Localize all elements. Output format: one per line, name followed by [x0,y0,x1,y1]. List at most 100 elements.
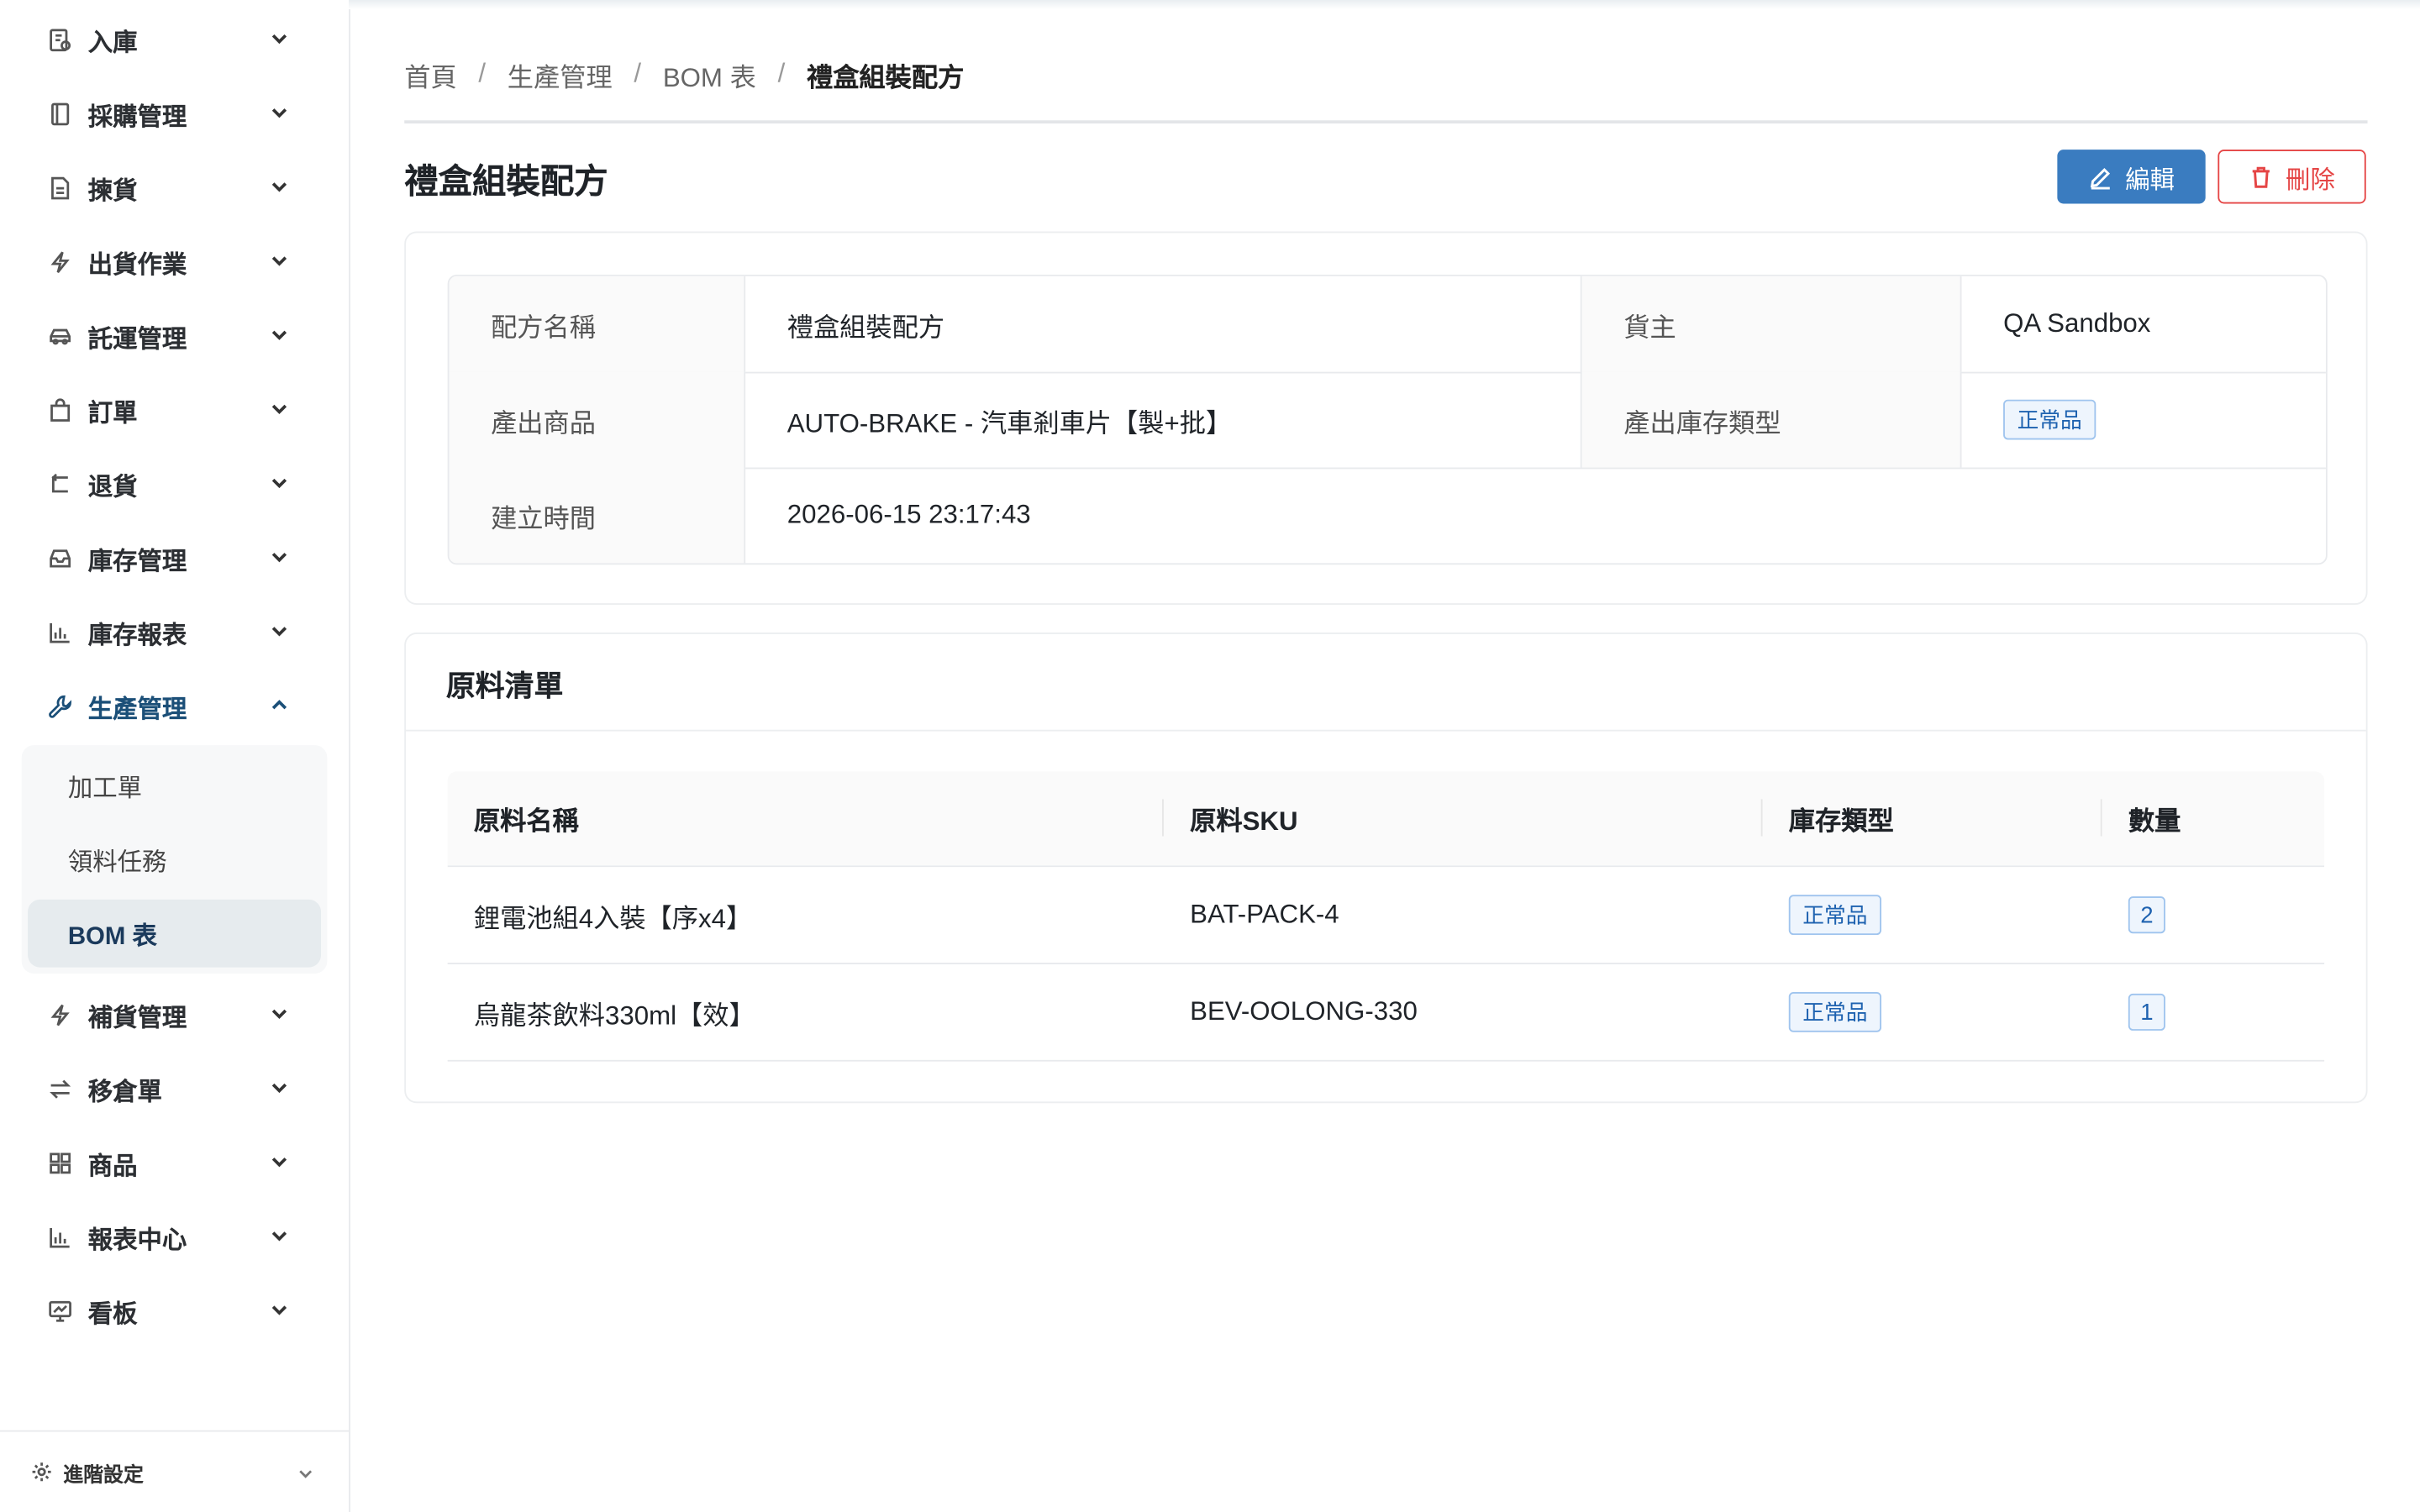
production-submenu: 加工單 領料任務 BOM 表 [21,745,328,974]
sidebar-item-label: 採購管理 [87,104,187,132]
chevron-down-icon [269,546,293,570]
edit-icon [2090,167,2111,189]
bar-chart-icon [46,1224,74,1252]
breadcrumb-current: 禮盒組裝配方 [806,62,965,92]
chevron-down-icon [269,1151,293,1175]
advanced-settings-label: 進階設定 [63,1462,144,1485]
submenu-item-label: 領料任務 [67,850,167,877]
edit-button[interactable]: 編輯 [2057,150,2206,204]
chevron-down-icon [269,102,293,126]
sidebar-item-dashboard[interactable]: 看板 [0,1280,349,1341]
material-sku: BEV-OOLONG-330 [1190,996,1418,1026]
table-header-row: 原料名稱 原料SKU 庫存類型 數量 [447,771,2325,868]
chevron-down-icon [297,1462,315,1481]
material-qty-cell: 1 [2128,964,2165,1060]
sidebar-item-orders[interactable]: 訂單 [0,380,349,441]
sidebar-item-inbound[interactable]: 入庫 [0,9,349,71]
sidebar: 入庫 採購管理 揀貨 出貨作業 託運管理 訂單 退貨 庫存管理 庫存報表 生產管… [0,0,350,1512]
chevron-down-icon [269,28,293,52]
materials-header: 原料清單 [406,634,2366,732]
stock-type-tag: 正常品 [2003,399,2096,440]
materials-title: 原料清單 [445,670,564,704]
breadcrumb-separator: / [634,58,642,88]
material-name: 鋰電池組4入裝【序x4】 [473,903,753,933]
material-stock-type-cell: 正常品 [1788,867,1881,963]
column-header-name: 原料名稱 [473,806,579,837]
column-header-stock-type: 庫存類型 [1788,806,1894,837]
trash-icon [2252,165,2270,187]
recipe-info-card: 配方名稱 禮盒組裝配方 貨主 QA Sandbox 產出商品 AUTO-BRAK… [404,231,2368,605]
grid-icon [46,1149,74,1177]
sidebar-item-label: 報表中心 [87,1228,187,1255]
sidebar-item-consignment[interactable]: 託運管理 [0,306,349,367]
delete-button[interactable]: 刪除 [2217,150,2366,204]
info-row: 配方名稱 禮盒組裝配方 貨主 QA Sandbox [449,276,2326,374]
submenu-item-work-order[interactable]: 加工單 [28,751,321,819]
header-shadow [349,0,2420,10]
breadcrumb: 首頁 / 生產管理 / BOM 表 / 禮盒組裝配方 [404,55,964,92]
sidebar-item-returns[interactable]: 退貨 [0,454,349,515]
recipe-name-value: 禮盒組裝配方 [745,276,1582,372]
sidebar-item-label: 移倉單 [87,1079,162,1106]
page-title: 禮盒組裝配方 [404,161,608,201]
chevron-up-icon [269,695,293,719]
book-icon [46,100,74,128]
dashboard-icon [46,1298,74,1326]
chevron-down-icon [269,398,293,423]
shopping-bag-icon [46,396,74,424]
submenu-item-bom[interactable]: BOM 表 [28,899,322,968]
edit-button-label: 編輯 [2125,167,2175,194]
inbox-icon [46,544,74,572]
sidebar-item-inventory-report[interactable]: 庫存報表 [0,601,349,663]
breadcrumb-production[interactable]: 生產管理 [508,55,613,93]
advanced-settings[interactable]: 進階設定 [0,1430,350,1512]
sidebar-item-picking[interactable]: 揀貨 [0,157,349,218]
sidebar-item-label: 庫存報表 [87,623,187,650]
info-row: 產出商品 AUTO-BRAKE - 汽車剎車片【製+批】 產出庫存類型 正常品 [449,371,2326,470]
output-product-label: 產出商品 [449,371,746,468]
column-divider [1760,799,1763,837]
recipe-name-label: 配方名稱 [449,276,746,372]
info-row: 建立時間 2026-06-15 23:17:43 [449,467,2325,564]
breadcrumb-bom[interactable]: BOM 表 [663,55,756,93]
gear-icon [31,1461,53,1483]
sidebar-item-products[interactable]: 商品 [0,1132,349,1194]
wrench-icon [46,693,74,721]
created-label: 建立時間 [449,467,746,564]
sidebar-item-transfer[interactable]: 移倉單 [0,1058,349,1120]
divider [404,120,2368,123]
inbound-doc-icon [46,26,74,54]
submenu-item-label: 加工單 [67,775,143,803]
output-stock-type-label: 產出庫存類型 [1581,371,1962,468]
owner-label: 貨主 [1581,276,1962,372]
breadcrumb-home[interactable]: 首頁 [404,55,456,93]
submenu-item-label: BOM 表 [67,924,157,951]
sidebar-item-report-center[interactable]: 報表中心 [0,1206,349,1268]
output-product-value: AUTO-BRAKE - 汽車剎車片【製+批】 [745,371,1582,468]
sidebar-item-label: 補貨管理 [87,1005,187,1032]
sidebar-item-label: 訂單 [87,401,138,428]
material-stock-type-cell: 正常品 [1788,964,1881,1060]
quantity-badge: 1 [2128,993,2165,1031]
document-icon [46,175,74,202]
sidebar-item-purchase[interactable]: 採購管理 [0,83,349,144]
column-header-sku: 原料SKU [1190,806,1298,837]
chevron-down-icon [269,1077,293,1101]
owner-value: QA Sandbox [2003,308,2151,339]
sidebar-item-production[interactable]: 生產管理 [0,675,349,737]
chevron-down-icon [269,1003,293,1027]
sidebar-item-shipping[interactable]: 出貨作業 [0,232,349,293]
chevron-down-icon [269,324,293,349]
chevron-down-icon [269,620,293,644]
sidebar-item-label: 入庫 [87,30,138,57]
return-icon [46,470,74,498]
sidebar-item-inventory[interactable]: 庫存管理 [0,528,349,589]
created-value: 2026-06-15 23:17:43 [786,500,1031,529]
breadcrumb-separator: / [478,58,487,88]
sidebar-item-replenishment[interactable]: 補貨管理 [0,984,349,1046]
bar-chart-icon [46,619,74,647]
submenu-item-picking-task[interactable]: 領料任務 [28,826,321,894]
stock-type-tag: 正常品 [1788,895,1881,936]
material-qty-cell: 2 [2128,867,2165,963]
sidebar-item-label: 託運管理 [87,327,187,354]
